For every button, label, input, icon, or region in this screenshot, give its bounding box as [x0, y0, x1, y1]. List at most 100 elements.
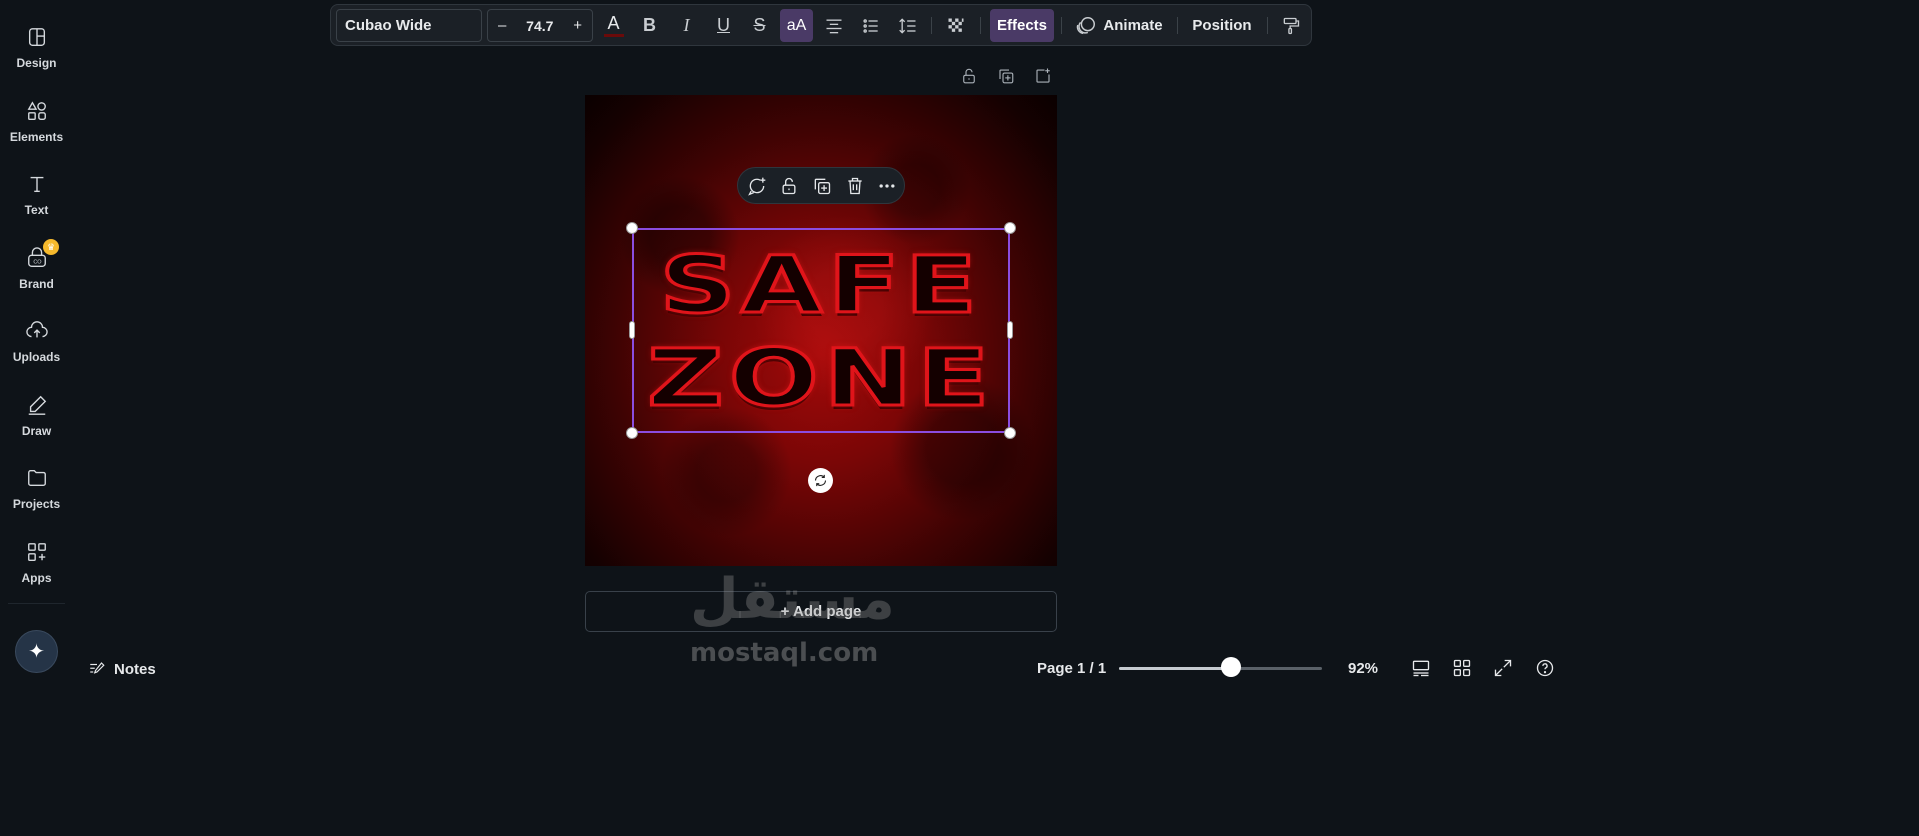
design-icon: [28, 28, 45, 46]
text-color-button[interactable]: A: [597, 9, 630, 42]
toolbar-divider: [1061, 17, 1062, 34]
lock-element-button[interactable]: [778, 175, 800, 197]
duplicate-icon: [814, 178, 831, 195]
sidebar-item-projects[interactable]: Projects: [0, 457, 73, 527]
list-icon: [862, 18, 878, 33]
copy-style-button[interactable]: [1274, 9, 1307, 42]
position-button[interactable]: Position: [1189, 9, 1255, 42]
elements-icon: [27, 101, 46, 120]
line-spacing-icon: [898, 17, 915, 34]
sidebar: Design Elements Text CO ♛ Brand Uploads …: [0, 0, 73, 683]
toolbar-divider: [980, 17, 981, 34]
fullscreen-button[interactable]: [1492, 657, 1514, 679]
lock-icon: [782, 177, 796, 195]
rotate-handle[interactable]: [808, 468, 833, 493]
sidebar-item-uploads[interactable]: Uploads: [0, 310, 73, 380]
sidebar-item-design[interactable]: Design: [0, 16, 73, 86]
align-center-button[interactable]: [817, 9, 850, 42]
align-center-icon: [826, 19, 841, 33]
grid-view-button[interactable]: [1451, 657, 1473, 679]
page-view-button[interactable]: [1410, 657, 1432, 679]
zoom-slider-fill: [1119, 667, 1231, 670]
sidebar-item-elements[interactable]: Elements: [0, 90, 73, 160]
zoom-slider-thumb[interactable]: [1220, 657, 1241, 677]
toolbar-divider: [1267, 17, 1268, 34]
sidebar-item-label: Elements: [9, 130, 64, 144]
sidebar-item-draw[interactable]: Draw: [0, 384, 73, 454]
add-page-icon: [1036, 68, 1050, 83]
sidebar-divider: [8, 603, 65, 604]
crown-icon: ♛: [43, 239, 59, 255]
selection-box[interactable]: [632, 228, 1010, 433]
watermark-text: mostaql.com: [690, 638, 879, 668]
notes-button[interactable]: Notes: [88, 657, 156, 681]
lock-icon: [963, 68, 975, 84]
italic-button[interactable]: I: [670, 9, 703, 42]
trash-icon: [848, 177, 862, 195]
sidebar-item-label: Draw: [21, 424, 52, 438]
add-comment-icon: [748, 177, 766, 196]
duplicate-element-button[interactable]: [811, 175, 833, 197]
expand-icon: [1494, 659, 1512, 677]
resize-handle-left[interactable]: [629, 321, 635, 339]
font-size-input[interactable]: 74.7: [526, 18, 553, 34]
resize-handle-right[interactable]: [1007, 321, 1013, 339]
toolbar-divider: [931, 17, 932, 34]
toolbar-divider: [1177, 17, 1178, 34]
notes-label: Notes: [114, 660, 156, 678]
rotate-icon: [814, 474, 827, 487]
strikethrough-button[interactable]: S: [743, 9, 776, 42]
comment-button[interactable]: [746, 175, 768, 197]
projects-icon: [27, 469, 46, 487]
help-icon: [1536, 659, 1554, 677]
sidebar-item-brand[interactable]: CO ♛ Brand: [0, 237, 73, 307]
page-indicator[interactable]: Page 1 / 1: [1037, 660, 1106, 677]
sidebar-item-apps[interactable]: Apps: [0, 531, 73, 601]
add-page-top-button[interactable]: [1031, 64, 1055, 88]
animate-label: Animate: [1103, 17, 1163, 34]
uploads-icon: [25, 321, 48, 338]
more-options-button[interactable]: [876, 175, 898, 197]
text-case-button[interactable]: aA: [780, 9, 813, 42]
resize-handle-top-right[interactable]: [1004, 222, 1016, 234]
underline-button[interactable]: U: [707, 9, 740, 42]
notes-icon: [90, 662, 105, 674]
transparency-button[interactable]: [939, 9, 972, 42]
text-color-swatch: [603, 34, 624, 37]
font-family-select[interactable]: Cubao Wide: [336, 9, 482, 42]
resize-handle-top-left[interactable]: [626, 222, 638, 234]
delete-element-button[interactable]: [844, 175, 866, 197]
grid-icon: [1453, 659, 1471, 677]
font-size-stepper: – 74.7 +: [487, 9, 593, 42]
watermark-logo: مستقل: [690, 567, 895, 632]
animate-icon: [1077, 16, 1096, 34]
bold-button[interactable]: B: [633, 9, 666, 42]
animate-button[interactable]: Animate: [1073, 9, 1165, 42]
increase-font-button[interactable]: +: [573, 17, 582, 34]
spacing-button[interactable]: [891, 9, 924, 42]
transparency-icon: [948, 18, 963, 32]
resize-handle-bottom-right[interactable]: [1004, 427, 1016, 439]
resize-handle-bottom-left[interactable]: [626, 427, 638, 439]
page-view-icon: [1412, 660, 1430, 677]
zoom-level[interactable]: 92%: [1348, 660, 1378, 677]
draw-icon: [28, 395, 46, 415]
list-button[interactable]: [854, 9, 887, 42]
paint-roller-icon: [1283, 17, 1299, 34]
sidebar-item-text[interactable]: Text: [0, 163, 73, 233]
decrease-font-button[interactable]: –: [498, 17, 506, 34]
text-toolbar: Cubao Wide – 74.7 + A B I U S aA Effects…: [330, 4, 1312, 46]
effects-button[interactable]: Effects: [990, 9, 1054, 42]
help-button[interactable]: [1534, 657, 1556, 679]
apps-icon: [27, 543, 46, 561]
text-icon: [30, 176, 43, 193]
sidebar-item-label: Text: [24, 203, 49, 217]
sidebar-item-label: Brand: [19, 277, 54, 291]
sidebar-item-label: Uploads: [12, 350, 61, 364]
sidebar-item-label: Projects: [12, 497, 61, 511]
sidebar-item-label: Design: [16, 56, 57, 70]
magic-button[interactable]: ✦: [15, 630, 58, 673]
lock-page-button[interactable]: [957, 64, 981, 88]
sparkle-icon: ✦: [28, 641, 45, 663]
duplicate-page-button[interactable]: [994, 64, 1018, 88]
